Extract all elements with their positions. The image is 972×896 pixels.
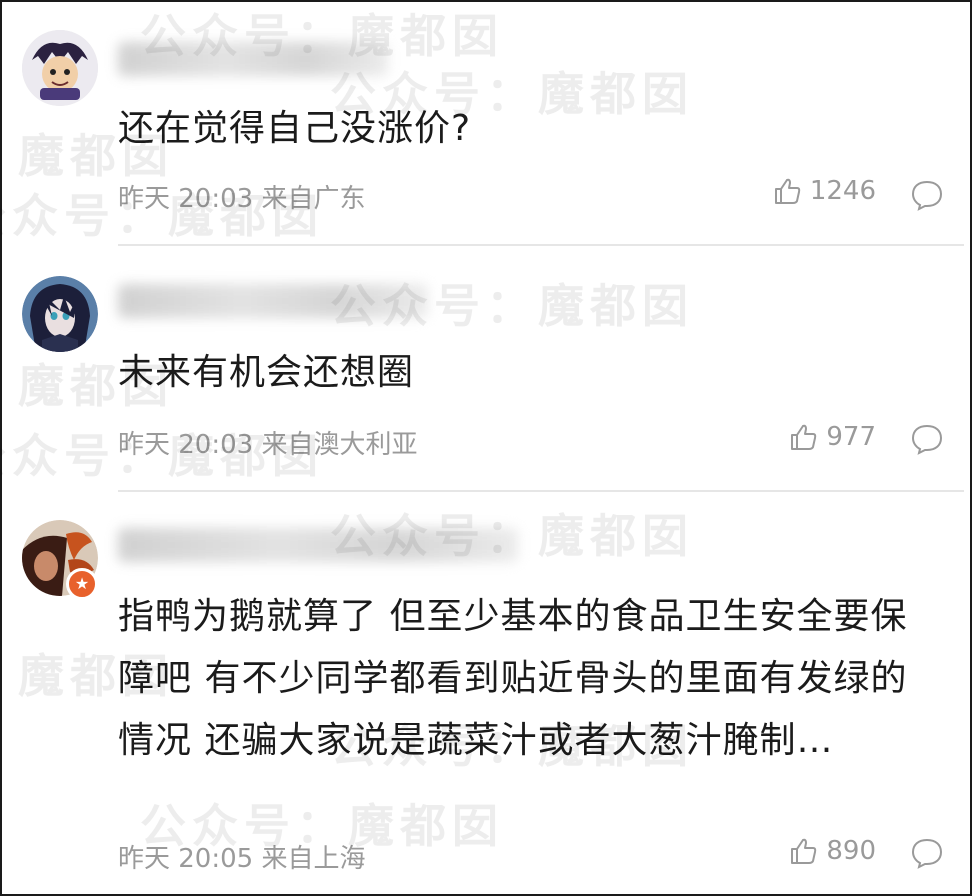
comment-text: 指鸭为鹅就算了 但至少基本的食品卫生安全要保障吧 有不少同学都看到贴近骨头的里面… [118, 596, 908, 761]
comment-text: 还在觉得自己没涨价? [118, 108, 472, 149]
username-blurred[interactable] [118, 284, 428, 318]
star-badge-icon: ★ [66, 568, 98, 600]
comment-location: 来自上海 [261, 844, 366, 874]
thumbs-up-icon [791, 424, 817, 450]
comment-meta: 昨天 20:03 来自广东 [118, 178, 365, 215]
comment-meta: 昨天 20:03 来自澳大利亚 [118, 424, 417, 461]
like-button[interactable]: 890 [788, 836, 876, 866]
speech-bubble-icon[interactable] [910, 178, 944, 212]
like-button[interactable]: 1246 [772, 176, 876, 206]
comment-divider [118, 490, 964, 492]
comment-location: 来自澳大利亚 [261, 430, 418, 460]
like-count: 977 [826, 422, 876, 452]
comment-time: 昨天 20:03 [118, 430, 254, 460]
username-blurred[interactable] [118, 42, 388, 76]
speech-bubble-icon[interactable] [910, 836, 944, 870]
avatar[interactable] [22, 30, 98, 106]
thumbs-up-icon [774, 178, 801, 204]
avatar[interactable] [22, 276, 98, 352]
comment-time: 昨天 20:05 [118, 844, 254, 874]
comment-divider [118, 244, 964, 246]
username-blurred[interactable] [118, 528, 518, 562]
thumbs-up-icon [791, 838, 817, 864]
comment-text: 未来有机会还想圈 [118, 352, 415, 393]
comment-time: 昨天 20:03 [118, 184, 254, 214]
like-count: 890 [826, 836, 876, 866]
like-button[interactable]: 977 [788, 422, 876, 452]
like-count: 1246 [809, 176, 876, 206]
comment-location: 来自广东 [261, 184, 366, 214]
comment-meta: 昨天 20:05 来自上海 [118, 838, 365, 875]
speech-bubble-icon[interactable] [910, 422, 944, 456]
